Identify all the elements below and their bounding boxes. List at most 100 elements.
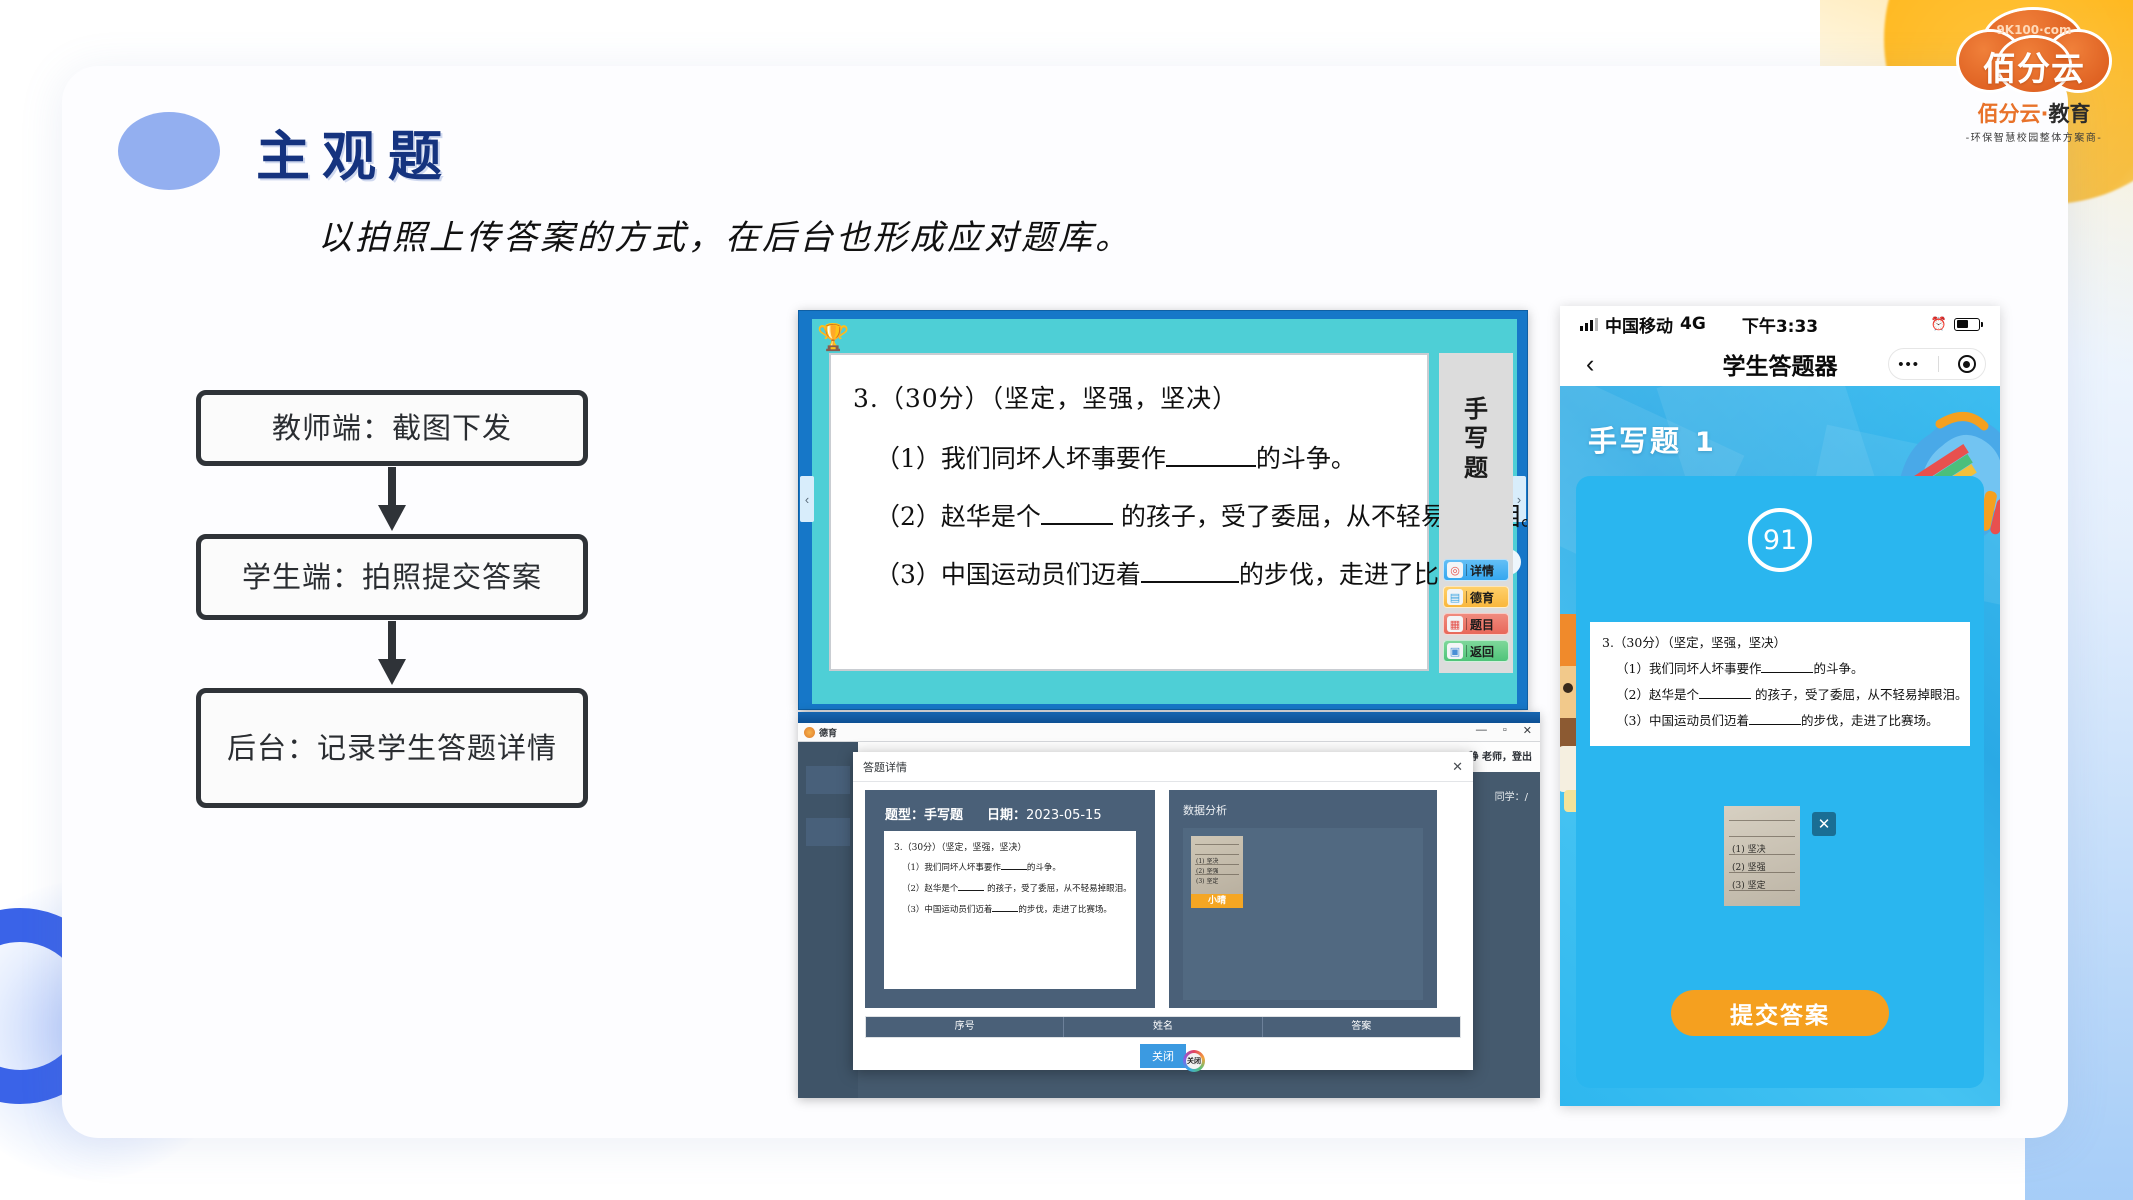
answer-thumbnail-card[interactable]: (1) 坚决 (2) 坚强 (3) 坚定 小晴	[1191, 836, 1243, 908]
cursor-highlight: 关闭	[1183, 1050, 1205, 1072]
dlg-item-3-pre: （3）中国运动员们迈着	[902, 905, 993, 915]
sidebar-button-moral-label: 德育	[1470, 590, 1495, 605]
sidebar-char-2: 写	[1464, 424, 1488, 453]
dialog-date: 日期：2023-05-15	[987, 804, 1102, 823]
list-icon: ▤	[1447, 589, 1463, 605]
dialog-close-button[interactable]: 关闭	[1140, 1044, 1186, 1068]
dlg-item-2-post: 的孩子，受了委屈，从不轻易掉眼泪。	[984, 884, 1132, 894]
back-icon[interactable]: ‹	[1586, 350, 1594, 379]
question-item-2: （2）赵华是个 的孩子，受了委屈，从不轻易掉眼泪。	[853, 497, 1527, 533]
uploaded-answer-photo[interactable]: (1) 坚决 (2) 坚强 (3) 坚定	[1724, 806, 1800, 906]
dlg-item-1-post: 的斗争。	[1026, 863, 1061, 873]
carrier-label: 中国移动	[1605, 316, 1673, 337]
dialog-question-panel: 题型：手写题 日期：2023-05-15 3.（30分）（坚定，坚强，坚决） （…	[865, 790, 1155, 1008]
sidebar-button-return[interactable]: ▣ 返回	[1443, 640, 1509, 662]
logo-cloud-shape: 9K100·com 佰分云	[1959, 10, 2109, 96]
title-bullet-circle	[118, 112, 220, 190]
dialog-date-label: 日期：	[987, 808, 1027, 823]
ph-item-3-pre: （3）中国运动员们迈着	[1616, 713, 1749, 728]
logo-brand-orange: 佰分云	[1977, 102, 2041, 126]
minimize-icon[interactable]: —	[1476, 724, 1487, 737]
dialog-question-item-1: （1）我们同坏人坏事要作 的斗争。	[894, 861, 1126, 873]
dlg-item-2-pre: （2）赵华是个	[902, 884, 959, 894]
table-header-name: 姓名	[1064, 1017, 1263, 1037]
more-icon[interactable]: •••	[1898, 356, 1920, 373]
tab-label[interactable]: 德育	[819, 726, 837, 739]
ph-item-3-post: 的步伐，走进了比赛场。	[1800, 713, 1939, 728]
dialog-meta: 题型：手写题 日期：2023-05-15	[875, 800, 1145, 823]
answer-line-3: (3) 坚定	[1732, 881, 1766, 891]
phone-question-text: 3.（30分）（坚定，坚强，坚决） （1）我们同坏人坏事要作 的斗争。 （2）赵华…	[1590, 622, 1970, 746]
paper-icon: ▦	[1447, 616, 1463, 632]
ph-item-1-post: 的斗争。	[1813, 661, 1864, 676]
blank-3	[1140, 558, 1239, 583]
app-user-info: 静 老师，登出	[1468, 752, 1532, 763]
sidebar-button-topic[interactable]: ▦ 题目	[1443, 613, 1509, 635]
desktop-window-screenshot: 德育 — ▫ ✕ 静 老师，登出 同学：/ 答题详情 ✕ 题型：手写题 日期：2…	[798, 712, 1540, 1098]
dialog-question-heading: 3.（30分）（坚定，坚强，坚决）	[894, 843, 1027, 853]
flow-step-teacher: 教师端：截图下发	[196, 390, 588, 466]
battery-icon	[1954, 317, 1983, 331]
maximize-icon[interactable]: ▫	[1503, 724, 1507, 737]
hero-question-number: 1	[1695, 427, 1716, 458]
hero-title-text: 手写题	[1588, 424, 1682, 458]
answer-detail-dialog: 答题详情 ✕ 题型：手写题 日期：2023-05-15 3.（30分）（坚定，坚…	[853, 752, 1473, 1072]
logo-cloud-text: 佰分云	[1983, 49, 2085, 88]
left-pane-block	[806, 818, 850, 846]
app-sub-info: 同学：/	[1494, 792, 1528, 803]
question-prev-arrow[interactable]: ‹	[800, 476, 814, 522]
window-titlebar	[798, 712, 1540, 723]
flowchart: 教师端：截图下发 学生端：拍照提交答案 后台：记录学生答题详情	[196, 390, 596, 808]
dialog-type-label: 题型：	[885, 808, 925, 823]
return-icon: ▣	[1447, 643, 1463, 659]
brand-logo: 9K100·com 佰分云 佰分云·教育 -环保智慧校园整体方案商-	[1949, 10, 2119, 144]
question-item-1: （1）我们同坏人坏事要作 的斗争。	[853, 439, 1405, 475]
blank-1	[1165, 442, 1256, 467]
sidebar-button-detail[interactable]: ◎ 详情	[1443, 559, 1509, 581]
question-item-1-post: 的斗争。	[1255, 444, 1356, 473]
thumb-line-2: (2) 坚强	[1196, 868, 1219, 875]
logo-brand-black: 教育	[2048, 102, 2091, 126]
status-right: ⏰	[1931, 317, 1983, 332]
dialog-paper: 3.（30分）（坚定，坚强，坚决） （1）我们同坏人坏事要作 的斗争。 （2）赵华…	[884, 831, 1136, 989]
thumb-line-3: (3) 坚定	[1196, 878, 1219, 885]
signal-icon	[1580, 317, 1598, 331]
blank-2	[1040, 500, 1113, 525]
phone-question-card: 91 3.（30分）（坚定，坚强，坚决） （1）我们同坏人坏事要作 的斗争。 （2…	[1576, 476, 1984, 1088]
table-header-row: 序号 姓名 答案	[866, 1017, 1460, 1037]
wechat-capsule[interactable]: •••	[1888, 348, 1986, 380]
page-title: 主观题	[256, 124, 454, 188]
submit-answer-button[interactable]: 提交答案	[1671, 990, 1889, 1036]
network-label: 4G	[1680, 314, 1706, 334]
dialog-question-item-3: （3）中国运动员们迈着 的步伐，走进了比赛场。	[894, 903, 1126, 915]
dialog-header: 答题详情 ✕	[853, 752, 1473, 782]
sidebar-button-return-label: 返回	[1470, 644, 1495, 659]
question-sidebar-title: 手 写 题	[1439, 395, 1513, 483]
flow-step-backend: 后台：记录学生答题详情	[196, 688, 588, 808]
dialog-close-icon[interactable]: ✕	[1452, 759, 1463, 775]
close-icon[interactable]: ✕	[1523, 724, 1532, 737]
logo-domain: 9K100·com	[1996, 23, 2072, 37]
sidebar-button-moral[interactable]: ▤ 德育	[1443, 586, 1509, 608]
dialog-analysis-panel: 数据分析 (1) 坚决 (2) 坚强 (3) 坚定 小晴	[1169, 790, 1437, 1008]
dlg-item-1-pre: （1）我们同坏人坏事要作	[902, 863, 1001, 873]
answer-thumbnail-name: 小晴	[1191, 894, 1243, 908]
target-icon[interactable]	[1957, 355, 1976, 373]
flow-step-student: 学生端：拍照提交答案	[196, 534, 588, 620]
app-left-pane	[798, 742, 858, 1098]
classroom-question-screenshot: 🏆 ‹ › 3.（30分）（坚定，坚强，坚决） （1）我们同坏人坏事要作 的斗争。…	[798, 310, 1528, 710]
delete-photo-button[interactable]: ✕	[1812, 812, 1836, 836]
table-header-answer: 答案	[1351, 1021, 1372, 1032]
phone-question-heading: 3.（30分）（坚定，坚强，坚决）	[1602, 635, 1787, 650]
dialog-question-item-2: （2）赵华是个 的孩子，受了委屈，从不轻易掉眼泪。	[894, 882, 1132, 894]
phone-nav-title: 学生答题器	[1722, 354, 1838, 380]
dialog-body: 题型：手写题 日期：2023-05-15 3.（30分）（坚定，坚强，坚决） （…	[853, 782, 1473, 1008]
tab-favicon	[804, 726, 815, 738]
ph-item-1-pre: （1）我们同坏人坏事要作	[1616, 661, 1762, 676]
dialog-type-value: 手写题	[924, 808, 964, 823]
question-heading: 3.（30分）（坚定，坚强，坚决）	[853, 384, 1239, 413]
phone-screenshot: 中国移动 4G 下午3:33 ⏰ ‹ 学生答题器 ••• 手写题 1 91 3.…	[1560, 306, 2000, 1106]
answer-thumbnail-image: (1) 坚决 (2) 坚强 (3) 坚定	[1191, 836, 1243, 894]
dialog-footer: 关闭	[853, 1038, 1473, 1068]
flow-arrow-2	[196, 620, 588, 688]
